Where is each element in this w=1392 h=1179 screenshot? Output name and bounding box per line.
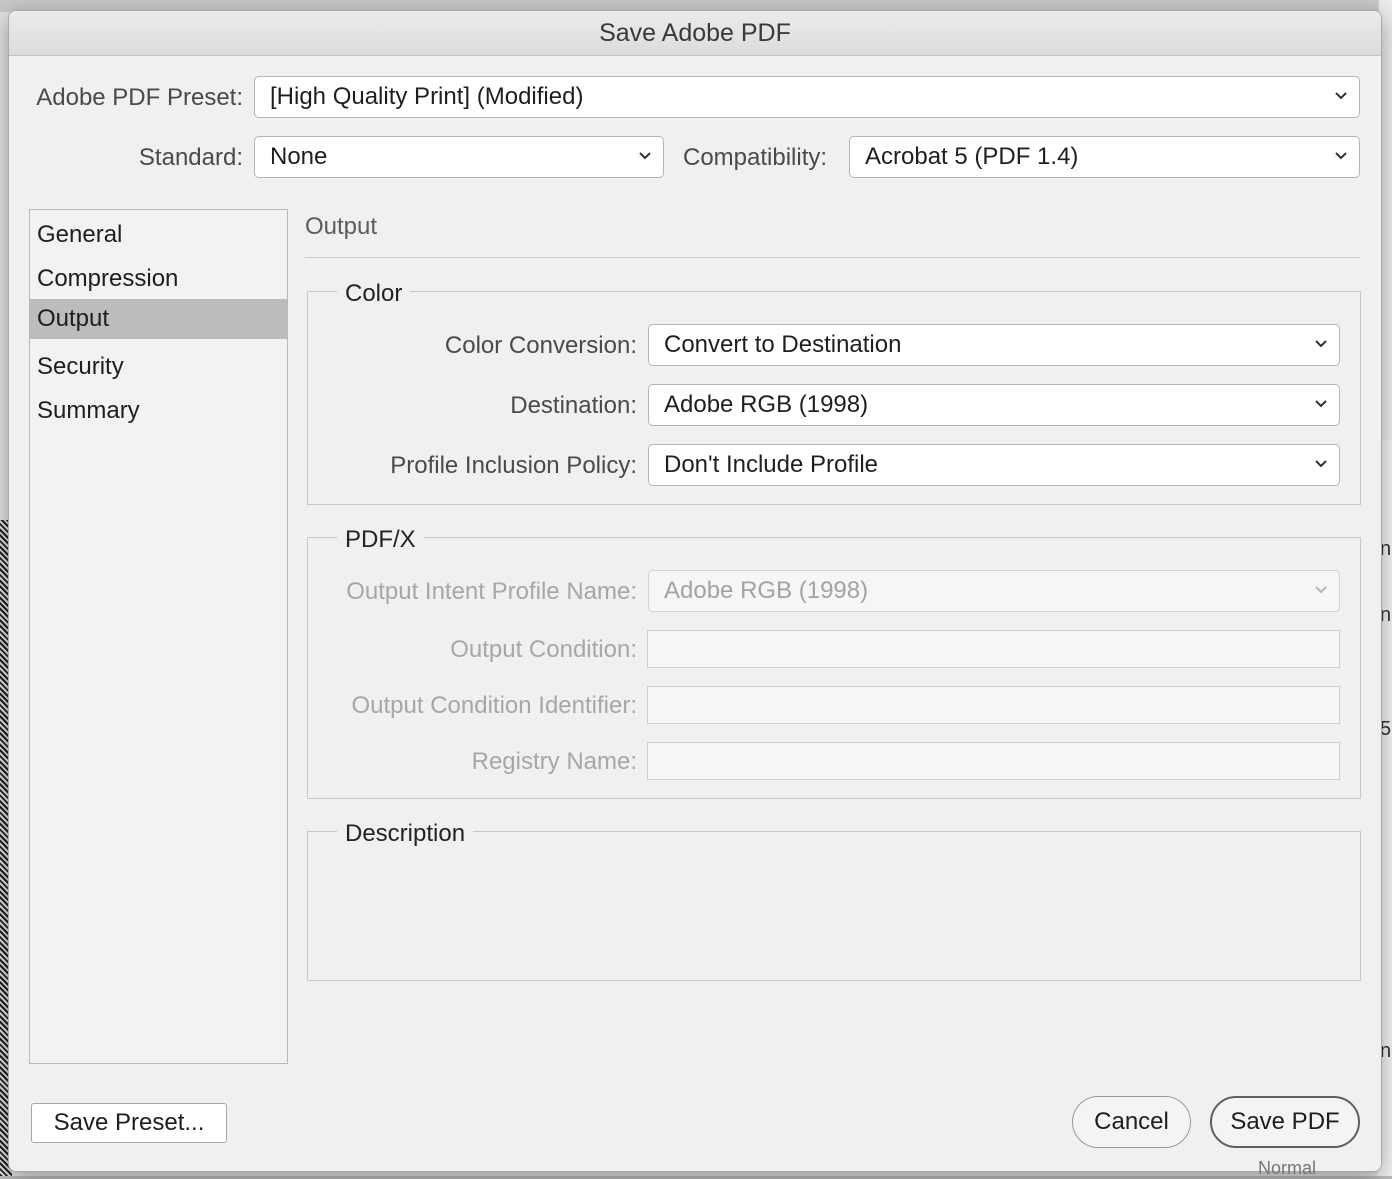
output-intent-label: Output Intent Profile Name: [346, 578, 637, 605]
description-group [307, 831, 1361, 981]
sidebar-item-compression[interactable]: Compression [30, 259, 287, 299]
chevron-down-icon [1311, 445, 1331, 485]
destination-select[interactable]: Adobe RGB (1998) [648, 384, 1340, 426]
profile-policy-select[interactable]: Don't Include Profile [648, 444, 1340, 486]
compatibility-label: Compatibility: [683, 144, 828, 171]
sidebar-item-summary[interactable]: Summary [30, 391, 287, 431]
profile-policy-label: Profile Inclusion Policy: [390, 452, 637, 479]
color-conversion-value: Convert to Destination [664, 331, 902, 358]
preset-value: [High Quality Print] (Modified) [270, 83, 584, 110]
standard-select[interactable]: None [254, 136, 664, 178]
sidebar-item-output[interactable]: Output [30, 299, 287, 339]
chevron-down-icon [1311, 385, 1331, 425]
chevron-down-icon [1331, 77, 1351, 117]
compatibility-select[interactable]: Acrobat 5 (PDF 1.4) [849, 136, 1360, 178]
output-intent-value: Adobe RGB (1998) [664, 577, 869, 604]
output-condition-identifier-field[interactable] [647, 686, 1340, 724]
sidebar-item-general[interactable]: General [30, 215, 287, 255]
registry-name-label: Registry Name: [471, 748, 637, 775]
section-title: Output [305, 213, 378, 240]
save-pdf-button[interactable]: Save PDF [1210, 1096, 1360, 1148]
dialog-title: Save Adobe PDF [9, 11, 1381, 56]
preset-select[interactable]: [High Quality Print] (Modified) [254, 76, 1360, 118]
cancel-button[interactable]: Cancel [1072, 1096, 1191, 1148]
chevron-down-icon [1311, 325, 1331, 365]
section-divider [305, 257, 1360, 258]
destination-value: Adobe RGB (1998) [664, 391, 869, 418]
profile-policy-value: Don't Include Profile [664, 451, 879, 478]
save-adobe-pdf-dialog: Save Adobe PDF Adobe PDF Preset: [High Q… [8, 10, 1382, 1172]
category-list: General Compression Output Security Summ… [29, 209, 288, 1064]
chevron-down-icon [635, 137, 655, 177]
chevron-down-icon [1331, 137, 1351, 177]
output-condition-label: Output Condition: [450, 636, 637, 663]
pdfx-group-legend: PDF/X [337, 526, 424, 554]
standard-value: None [270, 143, 328, 170]
destination-label: Destination: [510, 392, 637, 419]
output-condition-identifier-label: Output Condition Identifier: [351, 692, 637, 719]
chevron-down-icon [1311, 571, 1331, 611]
description-group-legend: Description [337, 820, 474, 848]
standard-label: Standard: [138, 144, 243, 171]
output-condition-field[interactable] [647, 630, 1340, 668]
preset-label: Adobe PDF Preset: [36, 84, 243, 111]
sidebar-item-security[interactable]: Security [30, 347, 287, 387]
color-group-legend: Color [337, 280, 411, 308]
color-conversion-select[interactable]: Convert to Destination [648, 324, 1340, 366]
registry-name-field[interactable] [647, 742, 1340, 780]
color-conversion-label: Color Conversion: [444, 332, 637, 359]
compatibility-value: Acrobat 5 (PDF 1.4) [865, 143, 1079, 170]
output-intent-select[interactable]: Adobe RGB (1998) [648, 570, 1340, 612]
save-preset-button[interactable]: Save Preset... [31, 1103, 227, 1143]
